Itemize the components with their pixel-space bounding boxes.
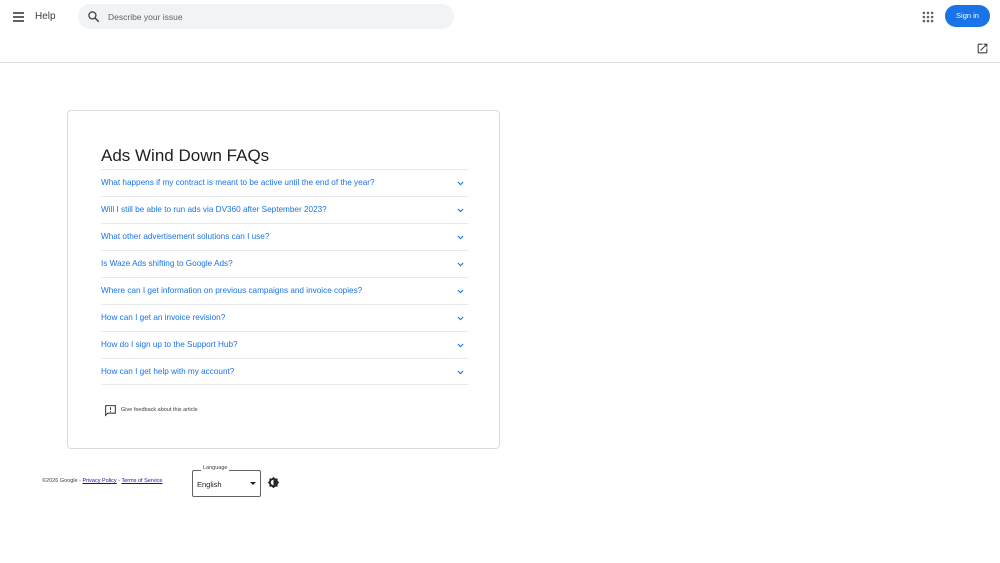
faq-question[interactable]: What other advertisement solutions can I… <box>101 232 269 241</box>
chevron-down-icon[interactable] <box>456 314 465 323</box>
faq-item[interactable]: Where can I get information on previous … <box>101 277 468 304</box>
chevron-down-icon[interactable] <box>456 260 465 269</box>
faq-question[interactable]: How can I get an invoice revision? <box>101 313 225 322</box>
terms-of-service-link[interactable]: Terms of Service <box>121 478 162 484</box>
article-card: Ads Wind Down FAQs What happens if my co… <box>67 110 500 449</box>
language-label: Language <box>201 465 230 471</box>
faq-question[interactable]: Is Waze Ads shifting to Google Ads? <box>101 259 233 268</box>
chevron-down-icon[interactable] <box>456 206 465 215</box>
language-select[interactable]: English <box>192 470 261 497</box>
copyright: ©2026 Google - <box>42 478 83 484</box>
search-icon[interactable] <box>87 10 100 23</box>
sign-in-button[interactable]: Sign in <box>945 5 990 27</box>
page-title: Ads Wind Down FAQs <box>101 146 270 165</box>
faq-list: What happens if my contract is meant to … <box>101 169 468 385</box>
faq-question[interactable]: What happens if my contract is meant to … <box>101 178 375 187</box>
privacy-policy-link[interactable]: Privacy Policy <box>82 478 116 484</box>
chevron-down-icon[interactable] <box>456 287 465 296</box>
search-bar[interactable] <box>78 4 454 29</box>
feedback-label[interactable]: Give feedback about this article <box>121 407 198 413</box>
header: Help Sign in <box>0 0 1000 63</box>
faq-item[interactable]: Is Waze Ads shifting to Google Ads? <box>101 250 468 277</box>
footer-links: ©2026 Google - Privacy Policy - Terms of… <box>42 478 162 484</box>
menu-icon[interactable] <box>8 6 30 28</box>
faq-item[interactable]: How do I sign up to the Support Hub? <box>101 331 468 358</box>
chevron-down-icon[interactable] <box>456 179 465 188</box>
faq-item[interactable]: What happens if my contract is meant to … <box>101 169 468 196</box>
faq-question[interactable]: Where can I get information on previous … <box>101 286 362 295</box>
faq-item[interactable]: How can I get an invoice revision? <box>101 304 468 331</box>
apps-grid-icon[interactable] <box>921 10 935 24</box>
faq-item[interactable]: How can I get help with my account? <box>101 358 468 385</box>
open-in-new-icon[interactable] <box>976 42 989 55</box>
chevron-down-icon[interactable] <box>456 368 465 377</box>
caret-down-icon[interactable] <box>250 482 256 485</box>
chevron-down-icon[interactable] <box>456 341 465 350</box>
faq-question[interactable]: Will I still be able to run ads via DV36… <box>101 205 327 214</box>
language-value[interactable]: English <box>197 480 222 489</box>
feedback-icon[interactable] <box>104 404 117 417</box>
brightness-icon[interactable] <box>267 476 280 489</box>
faq-item[interactable]: What other advertisement solutions can I… <box>101 223 468 250</box>
chevron-down-icon[interactable] <box>456 233 465 242</box>
faq-question[interactable]: How do I sign up to the Support Hub? <box>101 340 238 349</box>
faq-item[interactable]: Will I still be able to run ads via DV36… <box>101 196 468 223</box>
faq-question[interactable]: How can I get help with my account? <box>101 367 234 376</box>
app-title[interactable]: Help <box>35 11 56 22</box>
search-input[interactable] <box>108 4 438 29</box>
